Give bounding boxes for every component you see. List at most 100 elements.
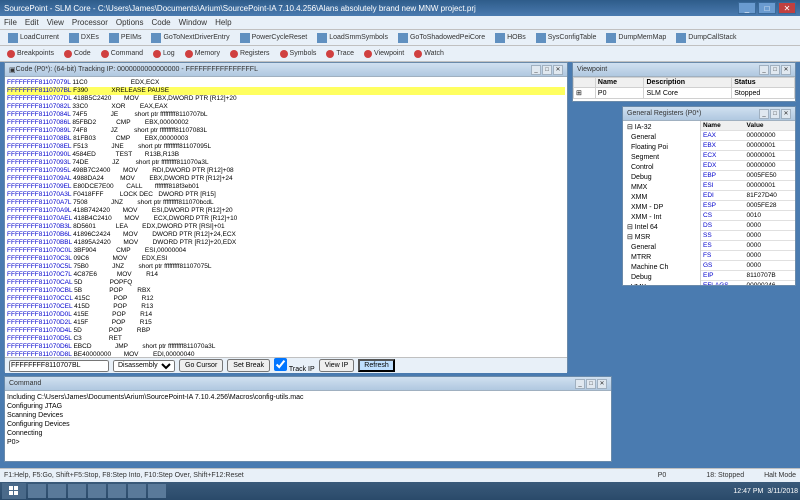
- register-row[interactable]: EAX00000000: [701, 131, 795, 141]
- register-row[interactable]: EBP0005FE50: [701, 171, 795, 181]
- refresh-button[interactable]: Refresh: [358, 359, 395, 372]
- register-row[interactable]: EFLAGS00000246: [701, 281, 795, 286]
- register-row[interactable]: CS0010: [701, 211, 795, 221]
- code-panel-header[interactable]: ▣ Code (P0*): (64-bit) Tracking IP: 0000…: [5, 63, 567, 77]
- panel-close-icon[interactable]: ✕: [553, 65, 563, 75]
- code-line[interactable]: FFFFFFFF811070CEL 415D POP R13: [7, 303, 565, 311]
- code-line[interactable]: FFFFFFFF81107090L 4584ED TEST R13B,R13B: [7, 151, 565, 159]
- menu-code[interactable]: Code: [151, 18, 170, 27]
- taskbar-item[interactable]: [148, 484, 166, 498]
- minimize-button[interactable]: _: [738, 2, 756, 14]
- disassembly-view[interactable]: FFFFFFFF81107079L 11C0 EDX,ECX FFFFFFFF81…: [5, 77, 567, 357]
- panel-max-icon[interactable]: □: [770, 109, 780, 119]
- registers-tree[interactable]: ⊟ IA-32GeneralFloating PoiSegmentControl…: [623, 121, 701, 285]
- code-line[interactable]: FFFFFFFF8110707DL 418B5C2420 MOV EBX,DWO…: [7, 95, 565, 103]
- code-line[interactable]: FFFFFFFF81107079L 11C0 EDX,ECX: [7, 79, 565, 87]
- menu-edit[interactable]: Edit: [25, 18, 39, 27]
- toolbar-gotoshadowedpeicore[interactable]: GoToShadowedPeiCore: [394, 31, 489, 45]
- register-row[interactable]: ECX00000001: [701, 151, 795, 161]
- register-row[interactable]: FS0000: [701, 251, 795, 261]
- register-row[interactable]: EIP8110707B: [701, 271, 795, 281]
- toolbar-loadcurrent[interactable]: LoadCurrent: [4, 31, 63, 45]
- viewpoint-row[interactable]: ⊞P0SLM CoreStopped: [574, 88, 795, 99]
- set-break-button[interactable]: Set Break: [227, 359, 270, 372]
- code-line[interactable]: FFFFFFFF811070D2L 415F POP R15: [7, 319, 565, 327]
- toolbar-watch[interactable]: Watch: [411, 49, 447, 59]
- command-output[interactable]: Including C:\Users\James\Documents\Arium…: [5, 391, 611, 449]
- register-row[interactable]: EDI81F27D40: [701, 191, 795, 201]
- viewpoint-table[interactable]: NameDescriptionStatus ⊞P0SLM CoreStopped: [573, 77, 795, 99]
- panel-min-icon[interactable]: _: [575, 379, 585, 389]
- system-tray[interactable]: 12:47 PM 3/11/2018: [733, 488, 798, 495]
- register-row[interactable]: EDX00000000: [701, 161, 795, 171]
- code-line[interactable]: FFFFFFFF8110708EL F513 JNE short ptr fff…: [7, 143, 565, 151]
- code-line[interactable]: FFFFFFFF811070D6L EBCD JMP short ptr fff…: [7, 343, 565, 351]
- tree-node[interactable]: MTRR: [625, 253, 698, 263]
- start-button[interactable]: [2, 483, 26, 499]
- toolbar-code[interactable]: Code: [61, 49, 94, 59]
- code-line[interactable]: FFFFFFFF81107082L 33C0 XOR EAX,EAX: [7, 103, 565, 111]
- registers-table[interactable]: NameValueEAX00000000EBX00000001ECX000000…: [701, 121, 795, 285]
- tree-node[interactable]: Segment: [625, 153, 698, 163]
- tree-node[interactable]: Debug: [625, 273, 698, 283]
- panel-min-icon[interactable]: _: [759, 65, 769, 75]
- toolbar-dumpmemmap[interactable]: DumpMemMap: [602, 31, 670, 45]
- register-row[interactable]: DS0000: [701, 221, 795, 231]
- tree-node[interactable]: General: [625, 133, 698, 143]
- tree-node[interactable]: Machine Ch: [625, 263, 698, 273]
- toolbar-gotonextdriverentry[interactable]: GoToNextDriverEntry: [147, 31, 233, 45]
- tree-node[interactable]: ⊟ IA-32: [625, 123, 698, 133]
- toolbar-command[interactable]: Command: [98, 49, 146, 59]
- code-line[interactable]: FFFFFFFF811070AEL 418B4C2410 MOV ECX,DWO…: [7, 215, 565, 223]
- panel-close-icon[interactable]: ✕: [781, 109, 791, 119]
- code-line[interactable]: FFFFFFFF811070C7L 4C87E6 MOV R14: [7, 271, 565, 279]
- register-row[interactable]: GS0000: [701, 261, 795, 271]
- menu-window[interactable]: Window: [179, 18, 207, 27]
- panel-max-icon[interactable]: □: [770, 65, 780, 75]
- panel-max-icon[interactable]: □: [586, 379, 596, 389]
- code-line[interactable]: FFFFFFFF811070D4L 5D POP RBP: [7, 327, 565, 335]
- menu-help[interactable]: Help: [215, 18, 231, 27]
- code-line[interactable]: FFFFFFFF81107093L 74DE JZ short ptr ffff…: [7, 159, 565, 167]
- register-row[interactable]: SS0000: [701, 231, 795, 241]
- toolbar-breakpoints[interactable]: Breakpoints: [4, 49, 57, 59]
- close-button[interactable]: ✕: [778, 2, 796, 14]
- code-line[interactable]: FFFFFFFF811070B6L 41896C2424 MOV DWORD P…: [7, 231, 565, 239]
- toolbar-powercyclereset[interactable]: PowerCycleReset: [236, 31, 312, 45]
- code-line[interactable]: FFFFFFFF811070D5L C3 RET: [7, 335, 565, 343]
- code-line[interactable]: FFFFFFFF811070A3L F0418FFF LOCK DEC DWOR…: [7, 191, 565, 199]
- toolbar-trace[interactable]: Trace: [323, 49, 357, 59]
- tree-node[interactable]: ⊟ MSR: [625, 233, 698, 243]
- code-line[interactable]: FFFFFFFF811070C5L 75B0 JNZ short ptr fff…: [7, 263, 565, 271]
- command-header[interactable]: Command _□✕: [5, 377, 611, 391]
- code-line[interactable]: FFFFFFFF81107086L 85FBD2 CMP EBX,0000000…: [7, 119, 565, 127]
- code-line[interactable]: FFFFFFFF811070C3L 09C6 MOV EDX,ESI: [7, 255, 565, 263]
- tree-node[interactable]: Debug: [625, 173, 698, 183]
- tree-node[interactable]: XMM - DP: [625, 203, 698, 213]
- tree-node[interactable]: Control: [625, 163, 698, 173]
- code-line[interactable]: FFFFFFFF81107084L 74F5 JE short ptr ffff…: [7, 111, 565, 119]
- toolbar-memory[interactable]: Memory: [182, 49, 223, 59]
- taskbar-item[interactable]: [108, 484, 126, 498]
- code-line[interactable]: FFFFFFFF8110709AL 4988DA24 MOV EBX,DWORD…: [7, 175, 565, 183]
- toolbar-log[interactable]: Log: [150, 49, 178, 59]
- code-line[interactable]: FFFFFFFF811070A7L 7508 JNZ short ptr fff…: [7, 199, 565, 207]
- toolbar-hobs[interactable]: HOBs: [491, 31, 530, 45]
- toolbar-viewpoint[interactable]: Viewpoint: [361, 49, 407, 59]
- viewpoint-header[interactable]: Viewpoint _□✕: [573, 63, 795, 77]
- register-row[interactable]: ESI00000001: [701, 181, 795, 191]
- code-line[interactable]: FFFFFFFF811070CBL 5B POP RBX: [7, 287, 565, 295]
- taskbar-item[interactable]: [88, 484, 106, 498]
- code-line[interactable]: FFFFFFFF8110709EL E80DCE7E00 CALL ffffff…: [7, 183, 565, 191]
- code-line[interactable]: FFFFFFFF811070BBL 41895A2420 MOV DWORD P…: [7, 239, 565, 247]
- panel-close-icon[interactable]: ✕: [597, 379, 607, 389]
- tree-node[interactable]: XMM: [625, 193, 698, 203]
- code-line[interactable]: FFFFFFFF811070D0L 415E POP R14: [7, 311, 565, 319]
- toolbar-registers[interactable]: Registers: [227, 49, 273, 59]
- panel-close-icon[interactable]: ✕: [781, 65, 791, 75]
- panel-min-icon[interactable]: _: [759, 109, 769, 119]
- menu-options[interactable]: Options: [116, 18, 144, 27]
- panel-min-icon[interactable]: _: [531, 65, 541, 75]
- taskbar-item[interactable]: [128, 484, 146, 498]
- maximize-button[interactable]: □: [758, 2, 776, 14]
